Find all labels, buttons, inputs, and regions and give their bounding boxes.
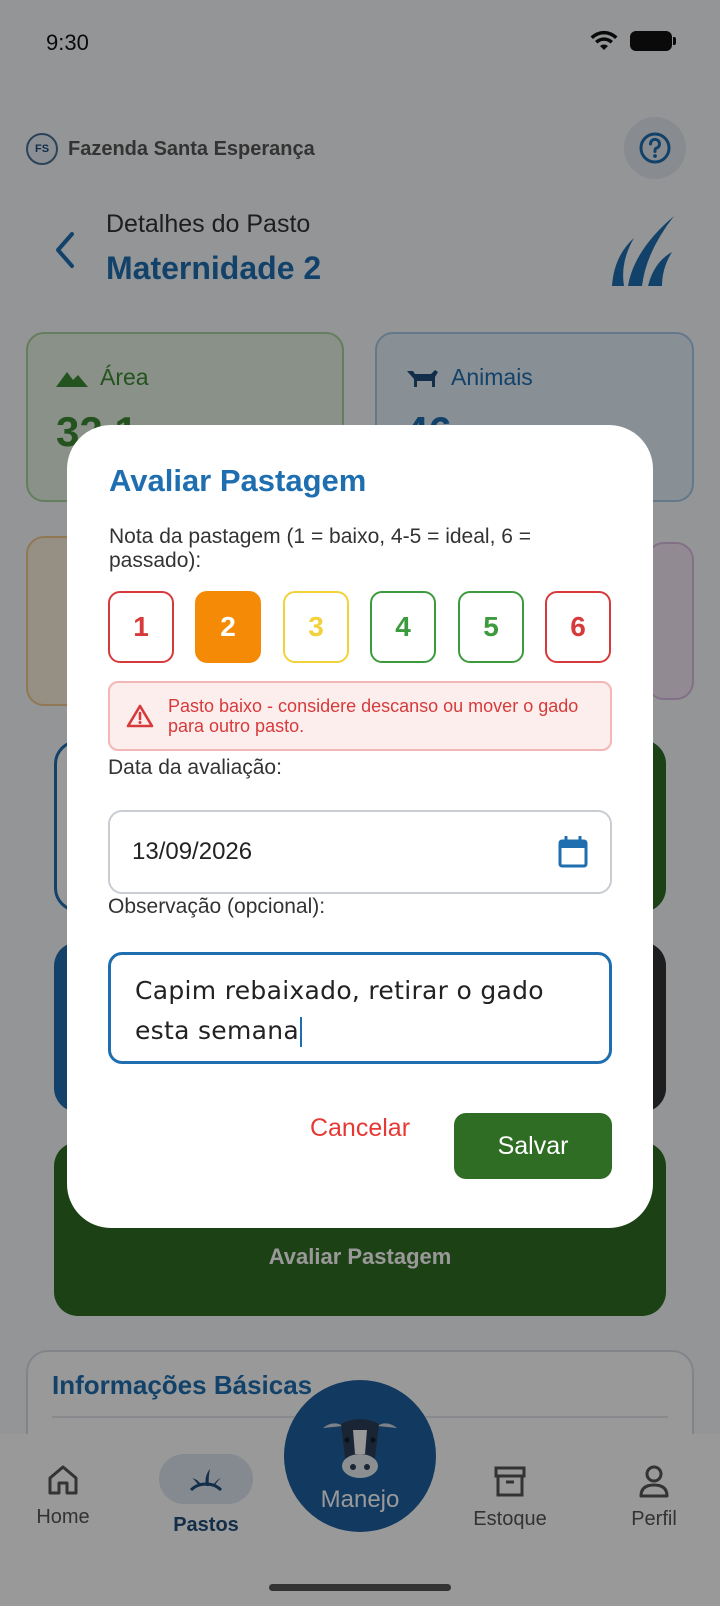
rating-option-2[interactable]: 2 [195,591,261,663]
rating-option-3[interactable]: 3 [283,591,349,663]
text-caret [300,1017,303,1047]
date-value: 13/09/2026 [132,838,253,865]
rating-selector: 1 2 3 4 5 6 [108,591,612,663]
observation-value: Capim rebaixado, retirar o gado esta sem… [135,976,544,1045]
warning-text: Pasto baixo - considere descanso ou move… [168,696,579,736]
date-label: Data da avaliação: [108,756,282,779]
dialog-title: Avaliar Pastagem [109,463,367,498]
rating-option-5[interactable]: 5 [458,591,524,663]
rating-option-4[interactable]: 4 [370,591,436,663]
observation-input[interactable]: Capim rebaixado, retirar o gado esta sem… [108,952,612,1064]
calendar-icon[interactable] [558,836,588,868]
evaluate-pasture-dialog: Avaliar Pastagem Nota da pastagem (1 = b… [67,425,653,1228]
warning-banner: Pasto baixo - considere descanso ou move… [108,681,612,751]
save-button[interactable]: Salvar [454,1113,612,1179]
home-indicator [269,1584,451,1591]
rating-option-6[interactable]: 6 [545,591,611,663]
rating-prompt: Nota da pastagem (1 = baixo, 4-5 = ideal… [109,525,532,572]
rating-option-1[interactable]: 1 [108,591,174,663]
cancel-button[interactable]: Cancelar [297,1095,423,1161]
date-field[interactable]: 13/09/2026 [108,810,612,894]
warning-icon [126,704,154,728]
observation-label: Observação (opcional): [108,895,326,918]
